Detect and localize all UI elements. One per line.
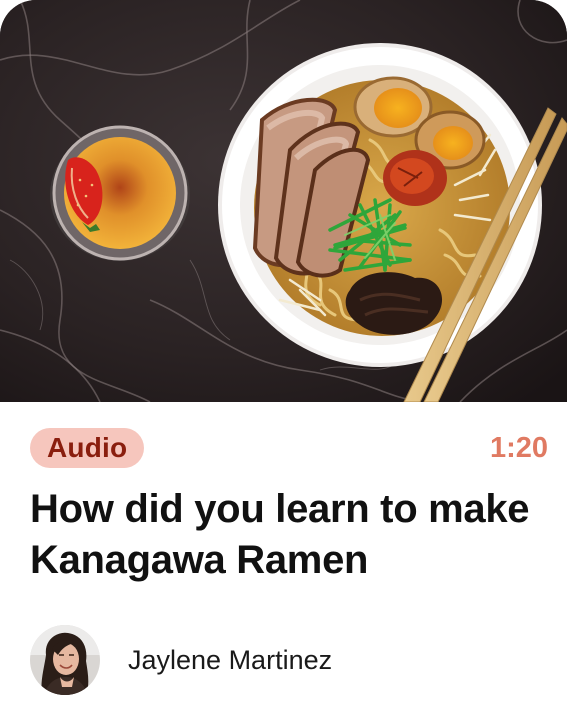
ramen-photo — [0, 0, 567, 402]
meta-row: Audio 1:20 — [30, 428, 548, 468]
author-name[interactable]: Jaylene Martinez — [128, 645, 332, 676]
audio-badge: Audio — [30, 428, 145, 468]
duration-label: 1:20 — [489, 432, 548, 464]
audio-post-card[interactable]: Audio 1:20 How did you learn to make Kan… — [0, 0, 567, 721]
author-row[interactable]: Jaylene Martinez — [30, 625, 332, 695]
post-title[interactable]: How did you learn to make Kanagawa Ramen — [30, 484, 560, 586]
author-avatar[interactable] — [30, 625, 100, 695]
